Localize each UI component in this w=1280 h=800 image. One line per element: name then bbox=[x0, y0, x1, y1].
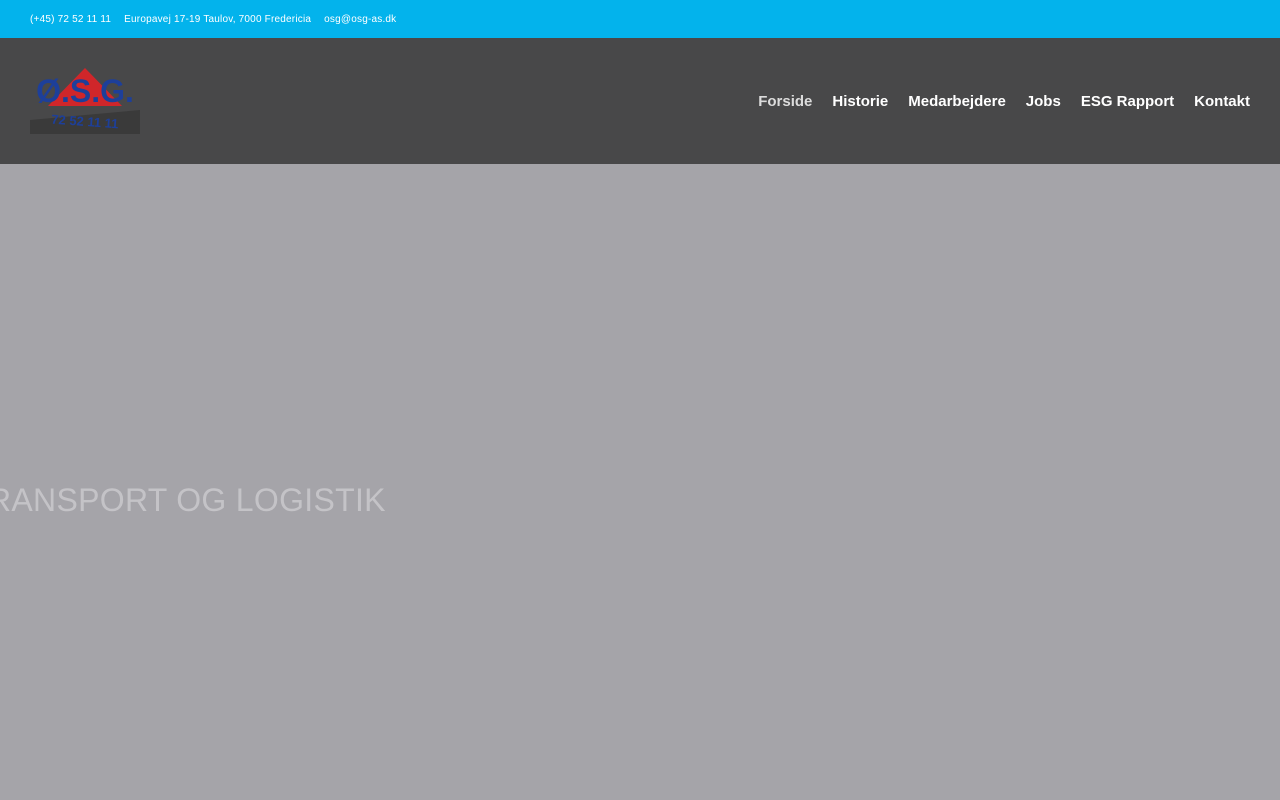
logo-text: Ø.S.G. bbox=[36, 73, 134, 109]
nav-historie[interactable]: Historie bbox=[832, 93, 888, 110]
contact-phone[interactable]: (+45) 72 52 11 11 bbox=[30, 14, 111, 25]
nav-jobs[interactable]: Jobs bbox=[1026, 93, 1061, 110]
contact-email[interactable]: osg@osg-as.dk bbox=[324, 14, 396, 25]
site-header: Ø.S.G. 72 52 11 11 Forside Historie Meda… bbox=[0, 38, 1280, 164]
hero-heading: RANSPORT OG LOGISTIK bbox=[0, 482, 386, 518]
nav-medarbejdere[interactable]: Medarbejdere bbox=[908, 93, 1006, 110]
hero-section: RANSPORT OG LOGISTIK bbox=[0, 164, 1280, 800]
main-navigation: Forside Historie Medarbejdere Jobs ESG R… bbox=[738, 38, 1250, 164]
osg-logo-icon[interactable]: Ø.S.G. 72 52 11 11 bbox=[30, 68, 140, 134]
nav-kontakt[interactable]: Kontakt bbox=[1194, 93, 1250, 110]
contact-address: Europavej 17-19 Taulov, 7000 Fredericia bbox=[124, 13, 312, 25]
nav-forside[interactable]: Forside bbox=[758, 93, 812, 110]
nav-esg-rapport[interactable]: ESG Rapport bbox=[1081, 93, 1174, 110]
top-contact-bar: (+45) 72 52 11 11 Europavej 17-19 Taulov… bbox=[0, 0, 1280, 38]
